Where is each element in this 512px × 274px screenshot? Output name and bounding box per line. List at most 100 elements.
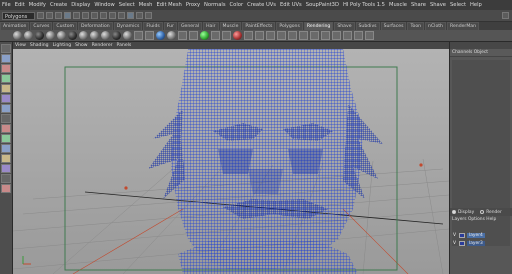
shelf-tab-dynamics[interactable]: Dynamics [113, 22, 143, 30]
select-component-icon[interactable] [82, 12, 89, 19]
physical-sun-icon[interactable] [343, 31, 352, 40]
spot-light-icon[interactable] [266, 31, 275, 40]
material-sphere-icon[interactable] [13, 31, 22, 40]
snap-curve-icon[interactable] [100, 12, 107, 19]
shader-icon[interactable] [233, 31, 242, 40]
menu-share[interactable]: Share [409, 2, 428, 8]
hypershade-icon[interactable] [145, 31, 154, 40]
paint-select-icon[interactable] [1, 64, 11, 73]
ipr-render-icon[interactable] [136, 12, 143, 19]
select-object-icon[interactable] [73, 12, 80, 19]
menu-modify[interactable]: Modify [27, 2, 48, 8]
menu-hi-poly-tools-1-5[interactable]: HI Poly Tools 1.5 [341, 2, 387, 8]
material-sphere-icon[interactable] [90, 31, 99, 40]
menu-edit[interactable]: Edit [13, 2, 27, 8]
shelf-tab-rendering[interactable]: Rendering [303, 22, 334, 30]
menu-display[interactable]: Display [69, 2, 92, 8]
menu-set-dropdown[interactable]: Polygons [2, 11, 35, 20]
material-sphere-icon[interactable] [35, 31, 44, 40]
batch-render-icon[interactable] [222, 31, 231, 40]
panel-menu-show[interactable]: Show [73, 43, 89, 48]
menu-proxy[interactable]: Proxy [184, 2, 202, 8]
layer-name[interactable]: layer4 [467, 233, 485, 238]
render-icon[interactable] [127, 12, 134, 19]
shelf-tab-fluids[interactable]: Fluids [143, 22, 163, 30]
panel-menu-renderer[interactable]: Renderer [90, 43, 115, 48]
shelf-tab-animation[interactable]: Animation [0, 22, 30, 30]
channel-box-toggle-icon[interactable] [502, 12, 509, 19]
panel-menu-shading[interactable]: Shading [28, 43, 51, 48]
snap-grid-icon[interactable] [91, 12, 98, 19]
graph-editor-icon[interactable] [1, 184, 11, 193]
render-settings-icon[interactable] [145, 12, 152, 19]
shelf-tab-subdivs[interactable]: Subdivs [355, 22, 380, 30]
menu-help[interactable]: Help [468, 2, 484, 8]
shelf-tab-general[interactable]: General [177, 22, 203, 30]
menu-file[interactable]: File [0, 2, 13, 8]
render-view-icon[interactable] [134, 31, 143, 40]
layer-row[interactable]: V layer4 [452, 232, 511, 239]
texture-icon[interactable] [189, 31, 198, 40]
shelf-tab-painteffects[interactable]: PaintEffects [242, 22, 276, 30]
material-sphere-icon[interactable] [24, 31, 33, 40]
shelf-tab-toon[interactable]: Toon [407, 22, 425, 30]
shelf-tool-icon[interactable] [354, 31, 363, 40]
menu-window[interactable]: Window [92, 2, 116, 8]
menu-mesh[interactable]: Mesh [137, 2, 155, 8]
perspective-viewport[interactable] [13, 49, 449, 274]
panel-menu-lighting[interactable]: Lighting [51, 43, 74, 48]
menu-normals[interactable]: Normals [202, 2, 227, 8]
show-manip-icon[interactable] [1, 114, 11, 123]
point-light-icon[interactable] [310, 31, 319, 40]
material-sphere-icon[interactable] [167, 31, 176, 40]
menu-create[interactable]: Create [48, 2, 69, 8]
shelf-tab-renderman[interactable]: RenderMan [446, 22, 480, 30]
viewport-canvas[interactable] [13, 49, 449, 274]
layer-row[interactable]: V layer3 [452, 240, 511, 247]
select-tool-icon[interactable] [1, 44, 11, 53]
volume-light-icon[interactable] [321, 31, 330, 40]
area-light-icon[interactable] [277, 31, 286, 40]
shelf-tab-fur[interactable]: Fur [163, 22, 177, 30]
shelf-tab-deformation[interactable]: Deformation [77, 22, 113, 30]
layout-single-icon[interactable] [1, 134, 11, 143]
menu-edit-mesh[interactable]: Edit Mesh [154, 2, 183, 8]
shelf-tab-shave[interactable]: Shave [334, 22, 355, 30]
layer-menu-options[interactable]: Options [468, 217, 485, 222]
layout-stack-icon[interactable] [1, 164, 11, 173]
rotate-tool-icon[interactable] [1, 84, 11, 93]
material-sphere-icon[interactable] [68, 31, 77, 40]
menu-muscle[interactable]: Muscle [387, 2, 409, 8]
ibl-icon[interactable] [332, 31, 341, 40]
material-sphere-icon[interactable] [112, 31, 121, 40]
open-scene-icon[interactable] [46, 12, 53, 19]
shelf-tab-surfaces[interactable]: Surfaces [380, 22, 407, 30]
render-layer-icon[interactable] [211, 31, 220, 40]
panel-menu-panels[interactable]: Panels [115, 43, 134, 48]
layer-color-swatch[interactable] [459, 233, 465, 238]
layer-menu-layers[interactable]: Layers [452, 217, 467, 222]
move-tool-icon[interactable] [1, 74, 11, 83]
camera-icon[interactable] [178, 31, 187, 40]
light-icon[interactable] [156, 31, 165, 40]
shelf-tab-curves[interactable]: Curves [30, 22, 53, 30]
material-sphere-icon[interactable] [101, 31, 110, 40]
outliner-icon[interactable] [1, 174, 11, 183]
shelf-tab-custom[interactable]: Custom [53, 22, 77, 30]
light-linking-icon[interactable] [255, 31, 264, 40]
snap-point-icon[interactable] [109, 12, 116, 19]
history-icon[interactable] [118, 12, 125, 19]
layer-color-swatch[interactable] [459, 241, 465, 246]
render-radio[interactable] [480, 210, 485, 214]
material-sphere-icon[interactable] [123, 31, 132, 40]
shelf-tab-polygons[interactable]: Polygons [276, 22, 303, 30]
panel-menu-view[interactable]: View [13, 43, 28, 48]
menu-select[interactable]: Select [448, 2, 468, 8]
soft-mod-icon[interactable] [1, 104, 11, 113]
layer-menu-help[interactable]: Help [486, 217, 496, 222]
menu-shave[interactable]: Shave [428, 2, 448, 8]
layer-name[interactable]: layer3 [467, 241, 485, 246]
menu-souppaint3d[interactable]: SoupPaint3D [304, 2, 341, 8]
shelf-tab-hair[interactable]: Hair [203, 22, 219, 30]
lasso-tool-icon[interactable] [1, 54, 11, 63]
